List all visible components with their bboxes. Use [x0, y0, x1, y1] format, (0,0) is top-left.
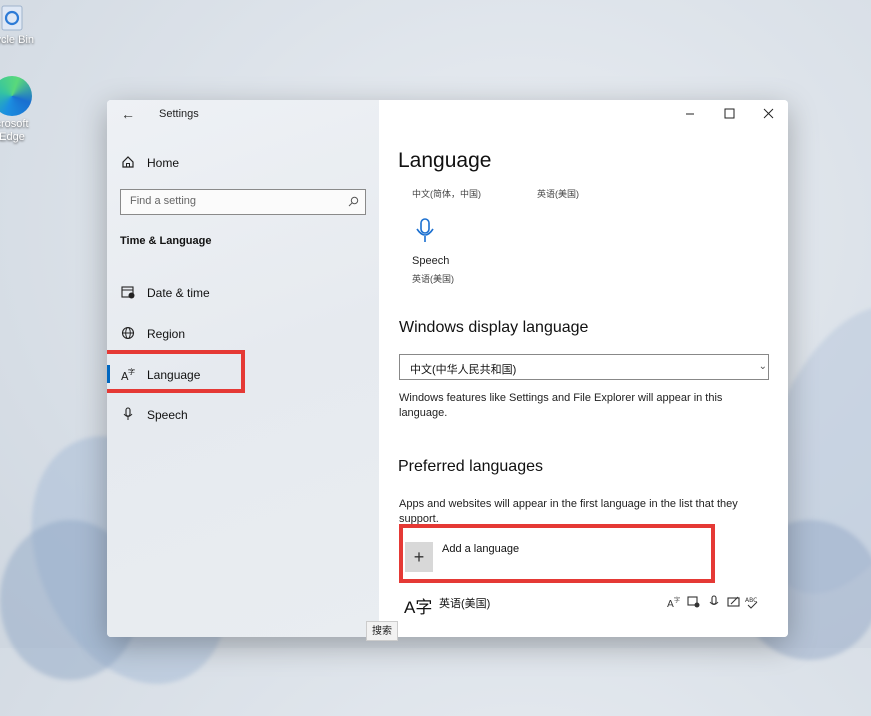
plus-icon: +: [405, 542, 433, 572]
language-name: 英语(美国): [439, 598, 491, 610]
sidebar-item-label: Language: [147, 368, 201, 382]
edge-icon: [0, 76, 32, 116]
speech-tile-label[interactable]: Speech: [412, 255, 449, 267]
speech-tile-sub: 英语(美国): [412, 274, 454, 284]
language-icon: A 字: [121, 367, 135, 381]
sidebar-item-date-time[interactable]: Date & time: [107, 274, 379, 310]
display-language-heading: Windows display language: [399, 319, 589, 336]
titlebar: ← Settings: [107, 100, 379, 130]
recycle-bin-icon: [1, 5, 23, 31]
desktop-icon-edge[interactable]: crosoft Edge: [0, 76, 42, 144]
sidebar-item-label: Speech: [147, 408, 188, 422]
minimize-icon[interactable]: [676, 104, 706, 124]
close-icon[interactable]: [754, 104, 784, 124]
sidebar: ← Settings Home Time & Language: [107, 100, 379, 637]
microphone-icon: [123, 407, 133, 420]
text-to-speech-feature-icon: [687, 596, 700, 608]
language-tile-label: 中文(简体，中国): [412, 189, 481, 199]
sidebar-item-language[interactable]: A 字 Language: [107, 356, 379, 392]
add-language-button[interactable]: + Add a language: [399, 525, 709, 577]
language-tile-label: 英语(美国): [537, 189, 579, 199]
sidebar-item-speech[interactable]: Speech: [107, 396, 379, 432]
language-glyph-icon: A字: [404, 598, 433, 617]
speech-feature-icon: [709, 595, 719, 605]
display-language-select[interactable]: 中文(中华人民共和国) ⌄: [399, 354, 769, 380]
search-tooltip: 搜索: [366, 621, 398, 641]
display-language-desc: Windows features like Settings and File …: [399, 392, 723, 419]
page-title: Language: [398, 149, 492, 172]
home-icon: [122, 156, 134, 168]
display-language-feature-icon: A 字: [667, 596, 680, 609]
app-title: Settings: [159, 108, 199, 120]
display-language-value: 中文(中华人民共和国): [410, 364, 517, 376]
handwriting-feature-icon: [727, 596, 740, 607]
search-icon[interactable]: [348, 196, 359, 207]
search-box[interactable]: [120, 189, 366, 215]
settings-window: ← Settings Home Time & Language: [107, 100, 788, 637]
add-language-label: Add a language: [442, 543, 520, 555]
speech-microphone-icon[interactable]: [414, 217, 436, 245]
sidebar-item-home[interactable]: Home: [107, 144, 379, 180]
svg-text:字: 字: [128, 367, 135, 376]
main-content: Language 中文(简体，中国) 英语(美国) Speech 英语(美国) …: [379, 100, 788, 637]
spellcheck-feature-icon: ABC: [745, 597, 758, 609]
sidebar-item-label: Date & time: [147, 286, 210, 300]
globe-icon: [121, 326, 135, 340]
preferred-languages-heading: Preferred languages: [398, 458, 543, 475]
chevron-down-icon: ⌄: [758, 361, 767, 372]
svg-text:A: A: [667, 599, 674, 609]
maximize-icon[interactable]: [715, 104, 745, 124]
desktop-icon-label: cycle Bin: [0, 34, 35, 46]
svg-text:字: 字: [674, 596, 680, 604]
back-arrow-icon[interactable]: ←: [121, 106, 137, 122]
desktop-icon-label: crosoft: [0, 118, 29, 130]
selection-indicator: [107, 365, 110, 383]
calendar-clock-icon: [121, 286, 135, 299]
sidebar-item-label: Home: [147, 156, 180, 170]
sidebar-item-label: Region: [147, 327, 186, 341]
language-list-item[interactable]: A字 英语(美国) A 字 ABC: [399, 590, 769, 626]
section-heading: Time & Language: [120, 235, 212, 247]
preferred-languages-desc: Apps and websites will appear in the fir…: [399, 498, 738, 525]
desktop-icon-recycle-bin[interactable]: cycle Bin: [0, 0, 42, 47]
desktop-icon-label-2: Edge: [0, 131, 25, 143]
sidebar-item-region[interactable]: Region: [107, 315, 379, 351]
search-input[interactable]: [121, 190, 330, 212]
